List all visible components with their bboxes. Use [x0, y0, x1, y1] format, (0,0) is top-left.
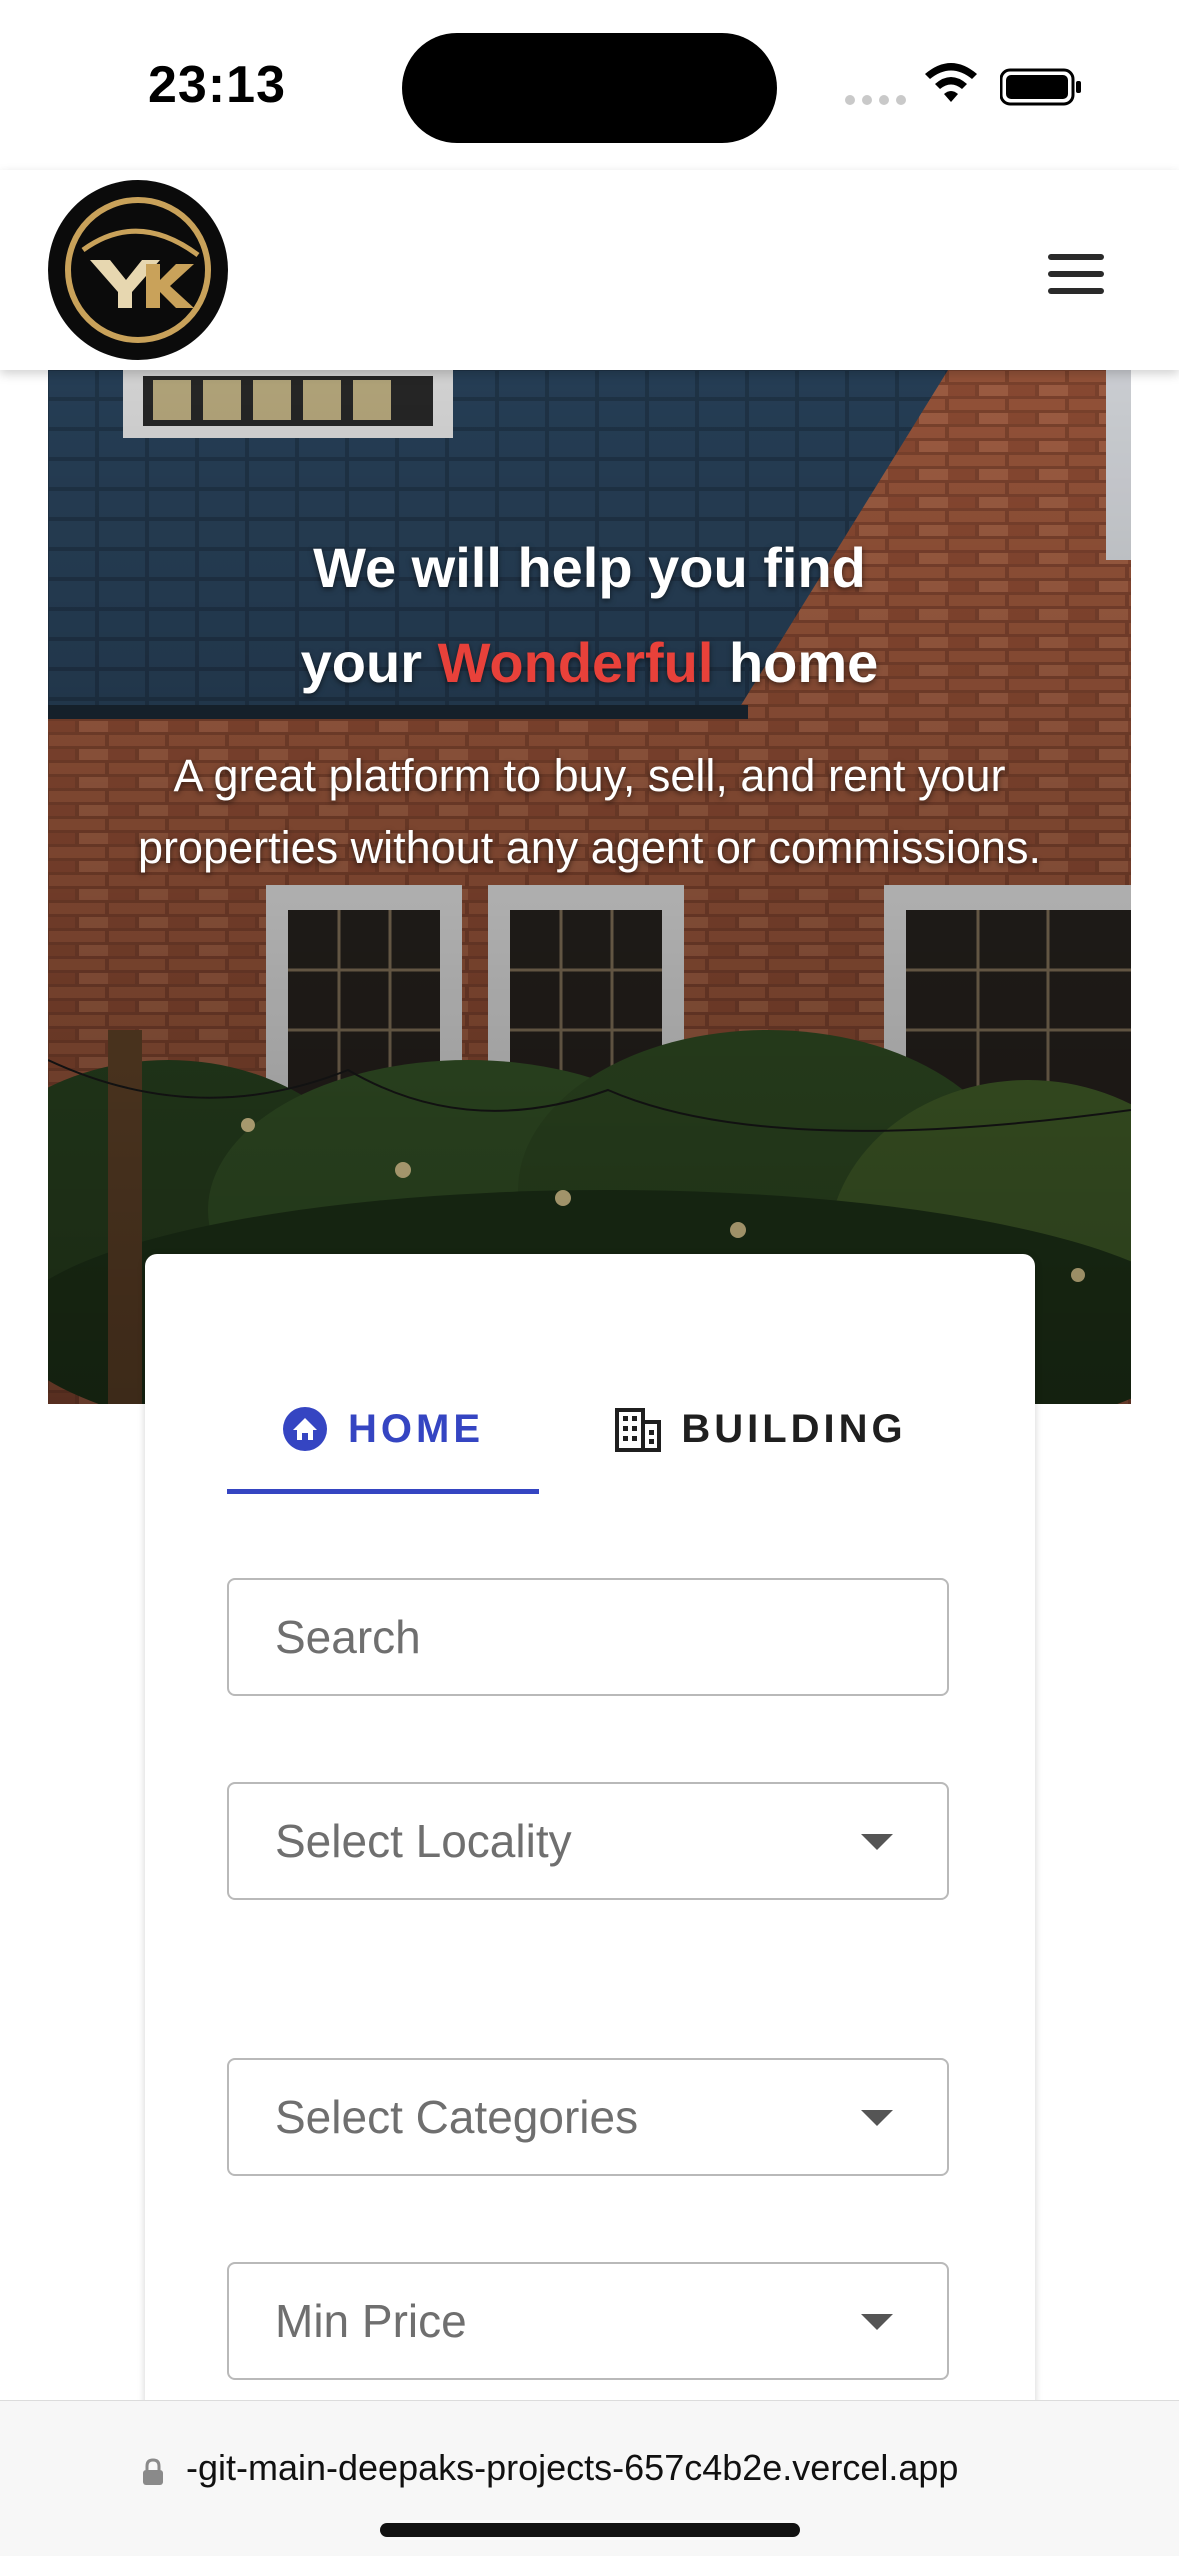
- logo-mark: [65, 197, 211, 343]
- locality-select[interactable]: Select Locality: [227, 1782, 949, 1900]
- property-search-card: HOME BUILDING Select Locality Select Cat…: [145, 1254, 1035, 2556]
- home-indicator[interactable]: [380, 2523, 800, 2537]
- status-time: 23:13: [148, 56, 286, 114]
- chevron-down-icon: [861, 1834, 893, 1850]
- brand-logo[interactable]: [48, 180, 228, 360]
- hero-title-prefix: your: [300, 631, 423, 694]
- active-tab-indicator: [227, 1489, 539, 1494]
- app-header: [0, 170, 1179, 370]
- hero-banner: We will help you find your Wonderful hom…: [48, 370, 1131, 1404]
- hero-subtitle-line2: properties without any agent or commissi…: [138, 822, 1041, 873]
- house-icon: [283, 1407, 327, 1451]
- cellular-signal-icon: [845, 95, 906, 105]
- lock-icon: [143, 2458, 163, 2485]
- categories-select[interactable]: Select Categories: [227, 2058, 949, 2176]
- building-icon: [615, 1408, 662, 1452]
- chevron-down-icon: [861, 2110, 893, 2126]
- tab-building[interactable]: BUILDING: [567, 1364, 955, 1494]
- status-bar: 23:13: [0, 0, 1179, 170]
- dynamic-island: [402, 33, 777, 143]
- search-input[interactable]: [275, 1610, 875, 1664]
- url-text[interactable]: -git-main-deepaks-projects-657c4b2e.verc…: [186, 2447, 958, 2489]
- hero-title-suffix: home: [728, 631, 879, 694]
- hero-title: We will help you find your Wonderful hom…: [48, 520, 1131, 710]
- locality-select-placeholder: Select Locality: [275, 1815, 572, 1867]
- hamburger-icon[interactable]: [1048, 254, 1104, 294]
- min-price-select[interactable]: Min Price: [227, 2262, 949, 2380]
- property-type-tabs: HOME BUILDING: [227, 1364, 955, 1494]
- tab-home[interactable]: HOME: [227, 1364, 539, 1494]
- chevron-down-icon: [861, 2314, 893, 2330]
- categories-select-placeholder: Select Categories: [275, 2091, 639, 2143]
- hero-title-line1: We will help you find: [313, 536, 866, 599]
- min-price-select-placeholder: Min Price: [275, 2295, 467, 2347]
- tab-home-label: HOME: [348, 1406, 484, 1451]
- hero-title-accent: Wonderful: [437, 631, 714, 694]
- tab-building-label: BUILDING: [681, 1406, 907, 1451]
- search-field[interactable]: [227, 1578, 949, 1696]
- battery-icon: [1000, 68, 1081, 106]
- wifi-icon: [925, 63, 977, 102]
- hero-subtitle: A great platform to buy, sell, and rent …: [48, 740, 1131, 884]
- hero-subtitle-line1: A great platform to buy, sell, and rent …: [173, 750, 1006, 801]
- browser-address-bar[interactable]: -git-main-deepaks-projects-657c4b2e.verc…: [0, 2400, 1179, 2556]
